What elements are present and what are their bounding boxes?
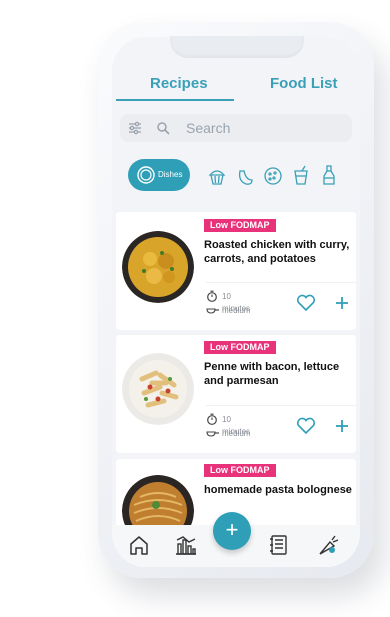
recipe-title[interactable]: homemade pasta bolognese: [204, 483, 354, 497]
recipe-title[interactable]: Roasted chicken with curry, carrots, and…: [204, 238, 354, 266]
recipe-difficulty: medium: [222, 429, 251, 438]
app-screen: Recipes Food List Search Dishes Low FODM…: [112, 37, 360, 567]
add-floating-button[interactable]: +: [213, 512, 251, 550]
category-dishes[interactable]: Dishes: [128, 159, 190, 191]
tab-food-list[interactable]: Food List: [270, 75, 338, 92]
journal-icon[interactable]: [268, 534, 290, 561]
recipe-title[interactable]: Penne with bacon, lettuce and parmesan: [204, 360, 354, 388]
muffin-icon[interactable]: [206, 165, 228, 192]
active-tab-indicator: [116, 99, 234, 101]
recipe-card[interactable]: Low FODMAP Penne with bacon, lettuce and…: [116, 335, 356, 453]
phone-notch: [170, 36, 304, 58]
category-bar: Dishes: [112, 159, 360, 193]
pan-icon: [206, 308, 219, 314]
add-icon[interactable]: [334, 295, 350, 311]
recipe-image: [122, 353, 194, 425]
tab-recipes[interactable]: Recipes: [150, 75, 208, 92]
diet-badge: Low FODMAP: [204, 464, 276, 477]
recipe-card[interactable]: Low FODMAP Roasted chicken with curry, c…: [116, 212, 356, 330]
pan-icon: [206, 431, 219, 437]
divider: [206, 282, 356, 283]
drink-icon[interactable]: [290, 165, 312, 192]
filter-icon[interactable]: [128, 121, 142, 140]
sauce-icon[interactable]: [318, 165, 340, 192]
timer-icon: [207, 413, 217, 425]
favorite-heart-icon[interactable]: [296, 417, 316, 435]
carrot-icon[interactable]: [316, 534, 340, 561]
search-input[interactable]: Search: [186, 120, 230, 136]
recipe-image: [122, 231, 194, 303]
tab-bar: Recipes Food List: [112, 67, 360, 101]
category-label: Dishes: [158, 170, 183, 179]
fruit-icon[interactable]: [234, 165, 256, 192]
divider: [206, 405, 356, 406]
plate-icon: [137, 166, 155, 184]
diet-badge: Low FODMAP: [204, 219, 276, 232]
search-icon: [156, 121, 170, 140]
timer-icon: [207, 290, 217, 302]
home-icon[interactable]: [128, 534, 150, 561]
favorite-heart-icon[interactable]: [296, 294, 316, 312]
add-icon[interactable]: [334, 418, 350, 434]
chart-icon[interactable]: [174, 534, 198, 561]
cookie-icon[interactable]: [262, 165, 284, 192]
recipe-difficulty: medium: [222, 306, 251, 315]
search-bar[interactable]: Search: [120, 114, 352, 142]
diet-badge: Low FODMAP: [204, 341, 276, 354]
